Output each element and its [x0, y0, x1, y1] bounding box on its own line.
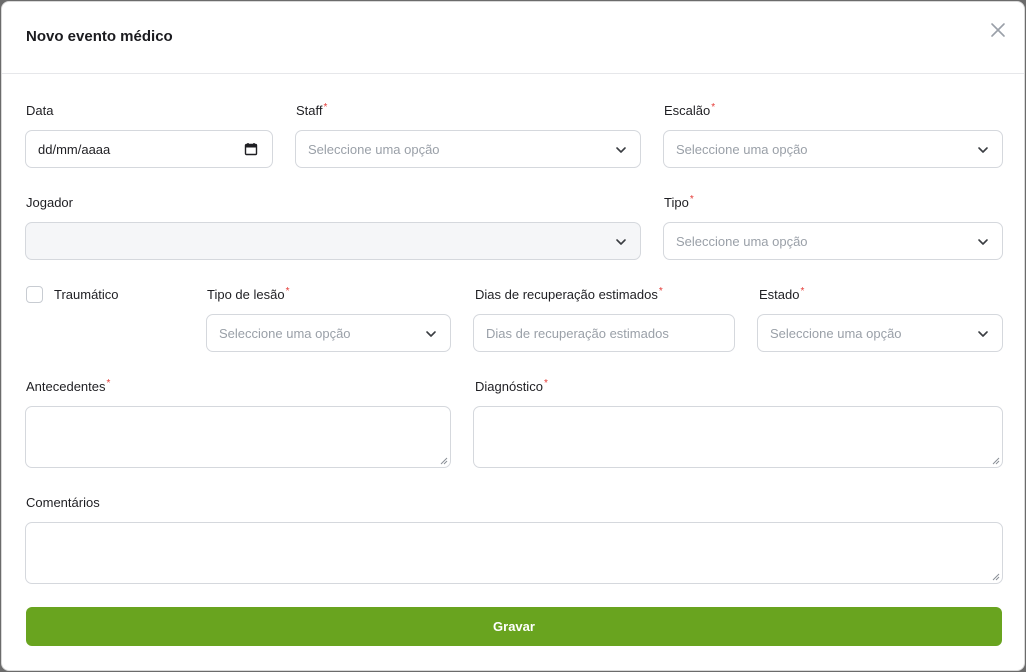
tipo-lesao-select[interactable]: Seleccione uma opção — [206, 314, 451, 352]
required-marker: * — [323, 102, 328, 113]
staff-label-text: Staff — [296, 103, 323, 118]
antecedentes-label-text: Antecedentes — [26, 379, 106, 394]
staff-label: Staff* — [296, 102, 328, 118]
modal-title: Novo evento médico — [26, 28, 173, 45]
dias-label-text: Dias de recuperação estimados — [475, 287, 658, 302]
data-label-text: Data — [26, 103, 54, 118]
required-marker: * — [285, 286, 290, 297]
chevron-down-icon — [978, 147, 988, 153]
jogador-label: Jogador — [26, 195, 73, 210]
medical-event-modal: Novo evento médico Data dd/mm/aaaa Staff… — [1, 1, 1025, 671]
staff-select-placeholder: Seleccione uma opção — [308, 142, 440, 157]
required-marker: * — [543, 378, 548, 389]
resize-grip-icon[interactable] — [992, 573, 1000, 581]
diagnostico-label-text: Diagnóstico — [475, 379, 543, 394]
resize-grip-icon[interactable] — [440, 457, 448, 465]
jogador-label-text: Jogador — [26, 195, 73, 210]
required-marker: * — [106, 378, 111, 389]
traumatico-label: Traumático — [54, 287, 119, 302]
required-marker: * — [658, 286, 663, 297]
comentarios-textarea[interactable] — [25, 522, 1003, 584]
chevron-down-icon — [978, 331, 988, 337]
chevron-down-icon — [616, 239, 626, 245]
antecedentes-textarea[interactable] — [25, 406, 451, 468]
estado-select[interactable]: Seleccione uma opção — [757, 314, 1003, 352]
escalao-label: Escalão* — [664, 102, 716, 118]
calendar-icon[interactable] — [244, 142, 258, 156]
tipo-lesao-label-text: Tipo de lesão — [207, 287, 285, 302]
comentarios-label: Comentários — [26, 495, 100, 510]
save-button[interactable]: Gravar — [26, 607, 1002, 646]
escalao-select-placeholder: Seleccione uma opção — [676, 142, 808, 157]
staff-select[interactable]: Seleccione uma opção — [295, 130, 641, 168]
estado-select-placeholder: Seleccione uma opção — [770, 326, 902, 341]
estado-label-text: Estado — [759, 287, 800, 302]
estado-label: Estado* — [759, 286, 805, 302]
modal-header: Novo evento médico — [2, 2, 1024, 74]
antecedentes-label: Antecedentes* — [26, 378, 111, 394]
tipo-lesao-label: Tipo de lesão* — [207, 286, 290, 302]
tipo-lesao-select-placeholder: Seleccione uma opção — [219, 326, 351, 341]
escalao-label-text: Escalão — [664, 103, 711, 118]
chevron-down-icon — [616, 147, 626, 153]
tipo-select[interactable]: Seleccione uma opção — [663, 222, 1003, 260]
escalao-select[interactable]: Seleccione uma opção — [663, 130, 1003, 168]
dias-recuperacao-input[interactable]: Dias de recuperação estimados — [473, 314, 735, 352]
date-input-value: dd/mm/aaaa — [38, 142, 111, 157]
close-icon[interactable] — [988, 20, 1008, 40]
tipo-select-placeholder: Seleccione uma opção — [676, 234, 808, 249]
dias-label: Dias de recuperação estimados* — [475, 286, 663, 302]
data-label: Data — [26, 103, 53, 118]
chevron-down-icon — [426, 331, 436, 337]
required-marker: * — [689, 194, 694, 205]
resize-grip-icon[interactable] — [992, 457, 1000, 465]
chevron-down-icon — [978, 239, 988, 245]
required-marker: * — [800, 286, 805, 297]
diagnostico-textarea[interactable] — [473, 406, 1003, 468]
tipo-label-text: Tipo — [664, 195, 689, 210]
tipo-label: Tipo* — [664, 194, 694, 210]
date-input[interactable]: dd/mm/aaaa — [25, 130, 273, 168]
diagnostico-label: Diagnóstico* — [475, 378, 548, 394]
traumatico-checkbox[interactable] — [26, 286, 43, 303]
dias-recuperacao-placeholder: Dias de recuperação estimados — [486, 326, 669, 341]
jogador-select[interactable] — [25, 222, 641, 260]
required-marker: * — [711, 102, 716, 113]
